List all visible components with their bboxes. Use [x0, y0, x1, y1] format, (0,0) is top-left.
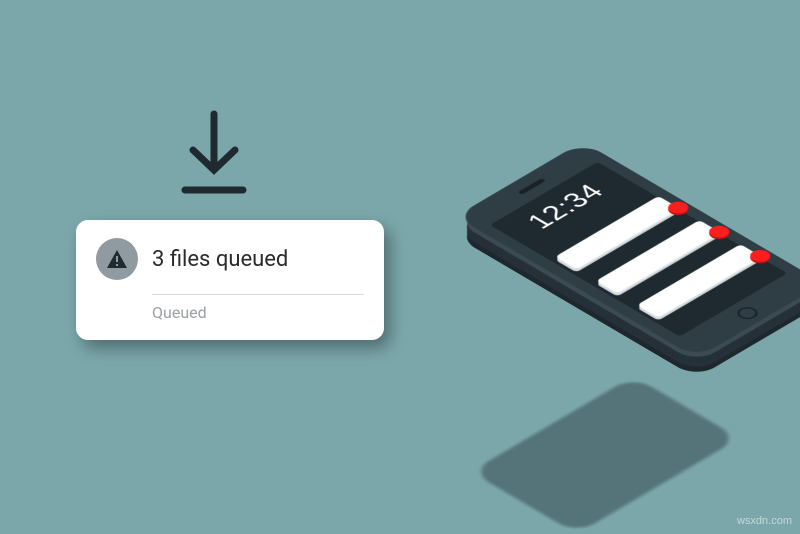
notification-title: 3 files queued: [152, 247, 288, 272]
notification-badge-icon: [746, 248, 774, 265]
download-notification-card: 3 files queued Queued: [76, 220, 384, 340]
phone-body: 12:34: [456, 142, 800, 358]
notification-badge-icon: [705, 223, 733, 240]
notification-badge-icon: [664, 199, 692, 216]
notification-status: Queued: [96, 303, 364, 322]
card-header-row: 3 files queued: [96, 238, 364, 280]
phone-illustration: 12:34: [470, 20, 790, 520]
phone-shadow: [471, 376, 740, 534]
divider: [152, 294, 364, 295]
phone-notification-item: [637, 244, 761, 317]
home-button-icon: [733, 305, 761, 322]
phone: 12:34: [456, 142, 800, 358]
phone-speaker: [518, 178, 546, 195]
watermark: wsxdn.com: [737, 515, 792, 527]
download-icon: [175, 110, 253, 204]
alert-triangle-icon: [96, 238, 138, 280]
